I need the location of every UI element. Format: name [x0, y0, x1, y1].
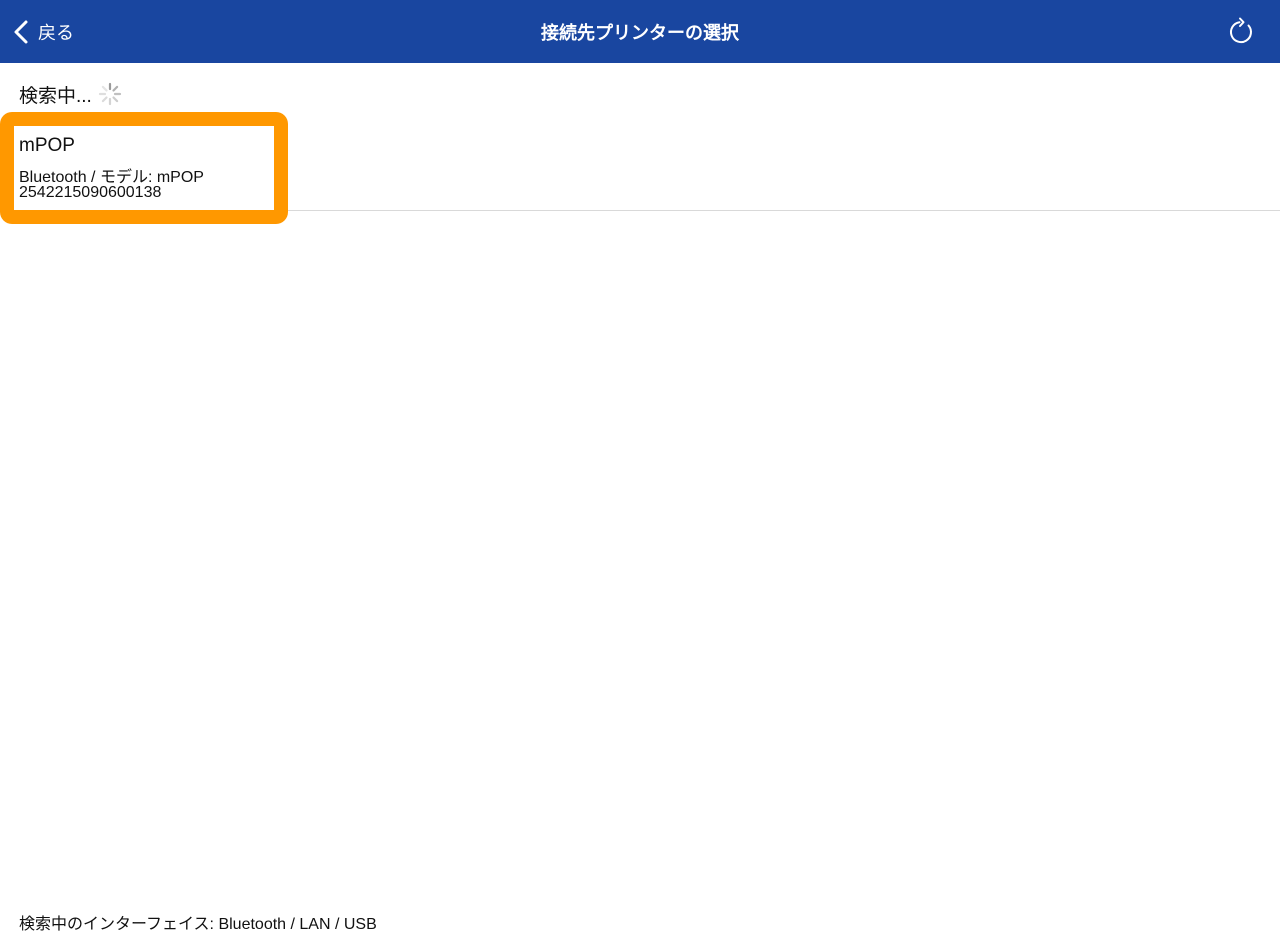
back-label: 戻る	[38, 23, 74, 43]
search-status: 検索中...	[19, 81, 122, 107]
printer-name: mPOP	[19, 135, 75, 156]
page-title: 接続先プリンターの選択	[541, 23, 739, 43]
back-button[interactable]: 戻る	[12, 16, 74, 48]
list-divider	[288, 210, 1280, 211]
search-status-label: 検索中...	[19, 85, 92, 107]
refresh-button[interactable]	[1226, 17, 1256, 47]
printer-list-item[interactable]: mPOP Bluetooth / モデル: mPOP 2542215090600…	[14, 126, 274, 210]
refresh-icon	[1230, 17, 1252, 44]
chevron-left-icon	[14, 20, 28, 44]
printer-serial: 2542215090600138	[19, 184, 162, 201]
navigation-bar: 戻る 接続先プリンターの選択	[0, 0, 1280, 63]
search-interfaces-label: 検索中のインターフェイス: Bluetooth / LAN / USB	[19, 916, 377, 933]
spinner-icon	[98, 82, 121, 106]
